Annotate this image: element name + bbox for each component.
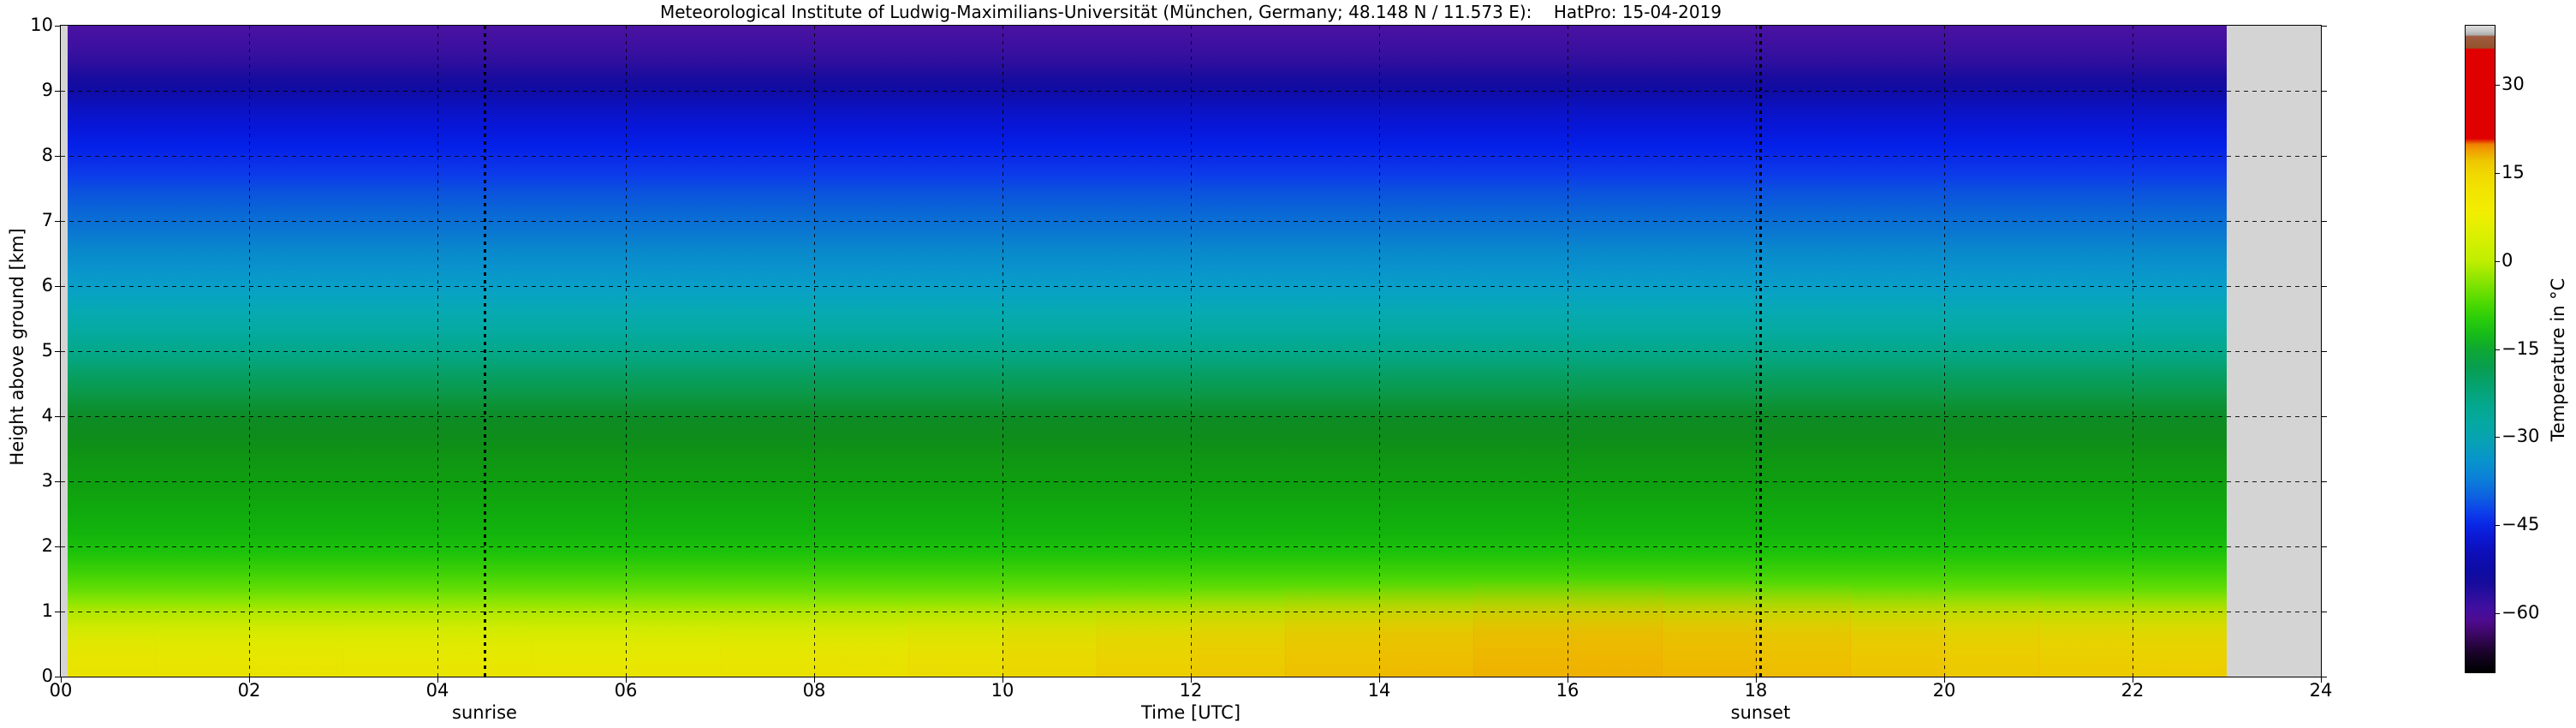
colorbar-tick-label-−45: −45 [2502,514,2540,535]
y-tick-mark-left-4 [55,416,60,417]
y-tick-mark-left-7 [55,221,60,222]
y-tick-mark-left-5 [55,351,60,352]
sunset-line [1759,26,1762,677]
colorbar-tick-mark-15 [2496,172,2500,174]
event-lines-layer [61,26,2321,677]
y-tick-label-8: 8 [41,145,53,165]
y-tick-mark-right-5 [2322,351,2327,352]
x-tick-label-20: 20 [1932,680,1956,701]
plot-area [60,25,2322,677]
x-tick-label-14: 14 [1367,680,1391,701]
sunrise-line [483,26,486,677]
y-tick-label-4: 4 [41,405,53,426]
x-tick-label-16: 16 [1556,680,1580,701]
x-tick-label-08: 08 [802,680,826,701]
colorbar-tick-mark-30 [2496,84,2500,86]
y-tick-label-3: 3 [41,470,53,491]
colorbar-tick-label-−60: −60 [2502,602,2540,624]
x-tick-label-12: 12 [1179,680,1203,701]
colorbar-tick-mark-−15 [2496,349,2500,350]
y-tick-mark-right-6 [2322,286,2327,287]
x-axis-title: Time [UTC] [1140,702,1241,723]
plot-title: Meteorological Institute of Ludwig-Maxim… [659,2,1722,22]
colorbar-tick-mark-−60 [2496,613,2500,615]
x-tick-label-18: 18 [1744,680,1768,701]
figure: Meteorological Institute of Ludwig-Maxim… [0,0,2576,728]
x-tick-label-24: 24 [2309,680,2333,701]
y-tick-label-7: 7 [41,210,53,230]
y-tick-label-6: 6 [41,275,53,295]
y-tick-mark-right-10 [2322,26,2327,27]
colorbar-tick-mark-−45 [2496,525,2500,527]
y-tick-label-1: 1 [41,600,53,621]
colorbar-tick-mark-0 [2496,260,2500,262]
y-tick-mark-left-6 [55,286,60,287]
y-tick-label-9: 9 [41,80,53,100]
y-tick-mark-left-2 [55,546,60,547]
y-tick-mark-left-10 [55,26,60,27]
sunrise-label: sunrise [452,702,517,723]
y-tick-mark-right-8 [2322,156,2327,157]
sunset-label: sunset [1730,702,1791,723]
y-tick-mark-right-9 [2322,91,2327,92]
colorbar-title-text: Temperature in °C [2548,277,2568,442]
y-tick-mark-right-7 [2322,221,2327,222]
colorbar [2465,25,2496,673]
x-tick-label-22: 22 [2121,680,2145,701]
x-tick-label-10: 10 [991,680,1014,701]
y-tick-mark-left-3 [55,481,60,482]
colorbar-tick-mark-−30 [2496,437,2500,439]
y-tick-label-2: 2 [41,535,53,556]
y-tick-mark-right-3 [2322,481,2327,482]
x-tick-label-06: 06 [614,680,638,701]
x-tick-label-04: 04 [425,680,449,701]
y-tick-mark-left-9 [55,91,60,92]
colorbar-tick-label-0: 0 [2502,249,2514,271]
y-tick-mark-right-2 [2322,546,2327,547]
colorbar-tick-label-30: 30 [2502,73,2525,94]
y-tick-label-5: 5 [41,340,53,361]
y-tick-label-0: 0 [41,665,53,686]
x-tick-label-02: 02 [237,680,261,701]
y-tick-label-10: 10 [30,15,53,35]
y-tick-mark-left-8 [55,156,60,157]
y-tick-mark-right-4 [2322,416,2327,417]
colorbar-tick-label-15: 15 [2502,161,2525,182]
